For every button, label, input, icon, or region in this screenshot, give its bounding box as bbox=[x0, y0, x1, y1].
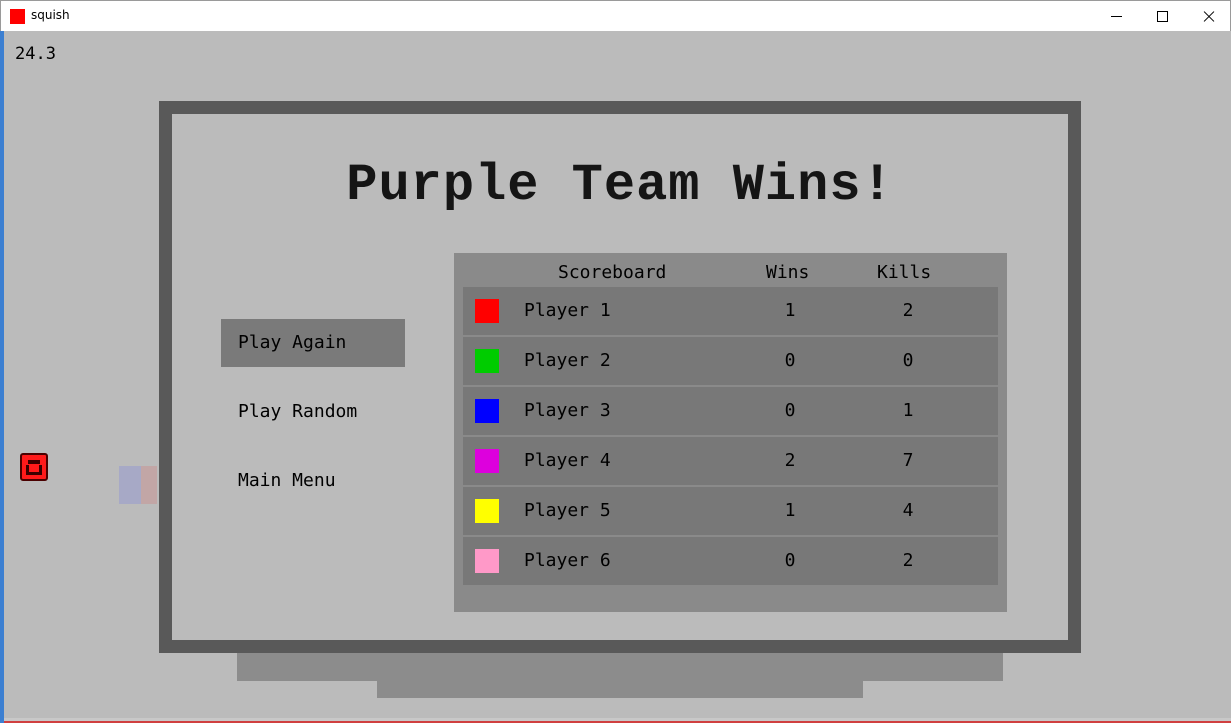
maximize-button[interactable] bbox=[1140, 1, 1186, 32]
player-name: Player 6 bbox=[524, 550, 611, 571]
close-button[interactable] bbox=[1186, 1, 1231, 32]
kills-column-header: Kills bbox=[877, 262, 932, 283]
player-character-sprite bbox=[20, 453, 48, 481]
player-kills: 2 bbox=[902, 300, 914, 321]
player-color-swatch bbox=[475, 399, 499, 423]
window-titlebar: squish bbox=[0, 0, 1231, 31]
scoreboard-panel: Scoreboard Wins Kills Player 1 1 2 Playe… bbox=[454, 253, 1007, 612]
winner-title: Purple Team Wins! bbox=[346, 156, 894, 215]
dialog-base-platform bbox=[237, 651, 1003, 681]
play-random-button[interactable]: Play Random bbox=[221, 388, 405, 436]
player-wins: 0 bbox=[784, 350, 796, 371]
play-again-button[interactable]: Play Again bbox=[221, 319, 405, 367]
scoreboard-rows: Player 1 1 2 Player 2 0 0 Player 3 0 1 P… bbox=[463, 287, 998, 587]
scoreboard-row: Player 6 0 2 bbox=[463, 537, 998, 585]
player-color-swatch bbox=[475, 499, 499, 523]
fps-counter: 24.3 bbox=[15, 44, 56, 64]
player-kills: 1 bbox=[902, 400, 914, 421]
player-color-swatch bbox=[475, 449, 499, 473]
player-kills: 0 bbox=[902, 350, 914, 371]
player-color-swatch bbox=[475, 299, 499, 323]
game-canvas: 24.3 Purple Team Wins! Play Again Play R… bbox=[0, 31, 1231, 723]
player-kills: 7 bbox=[902, 450, 914, 471]
scoreboard-row: Player 2 0 0 bbox=[463, 337, 998, 385]
scoreboard-row: Player 5 1 4 bbox=[463, 487, 998, 535]
background-block bbox=[119, 466, 141, 504]
maximize-icon bbox=[1157, 11, 1168, 22]
player-wins: 2 bbox=[784, 450, 796, 471]
player-kills: 4 bbox=[902, 500, 914, 521]
player-name: Player 5 bbox=[524, 500, 611, 521]
results-dialog: Purple Team Wins! Play Again Play Random… bbox=[159, 101, 1081, 653]
scoreboard-title: Scoreboard bbox=[558, 262, 667, 283]
scoreboard-row: Player 4 2 7 bbox=[463, 437, 998, 485]
scoreboard-row: Player 3 0 1 bbox=[463, 387, 998, 435]
scoreboard-row: Player 1 1 2 bbox=[463, 287, 998, 335]
player-name: Player 2 bbox=[524, 350, 611, 371]
player-wins: 0 bbox=[784, 550, 796, 571]
player-name: Player 1 bbox=[524, 300, 611, 321]
player-wins: 1 bbox=[784, 500, 796, 521]
window-title: squish bbox=[31, 8, 70, 22]
main-menu-button[interactable]: Main Menu bbox=[221, 457, 405, 505]
minimize-icon bbox=[1111, 16, 1122, 17]
wins-column-header: Wins bbox=[766, 262, 810, 283]
app-icon bbox=[10, 9, 25, 24]
player-wins: 0 bbox=[784, 400, 796, 421]
player-color-swatch bbox=[475, 349, 499, 373]
player-wins: 1 bbox=[784, 300, 796, 321]
player-color-swatch bbox=[475, 549, 499, 573]
bottom-edge bbox=[4, 718, 1231, 723]
background-block bbox=[141, 466, 157, 504]
minimize-button[interactable] bbox=[1094, 1, 1140, 32]
dialog-base-platform-lower bbox=[377, 679, 863, 698]
player-name: Player 3 bbox=[524, 400, 611, 421]
player-name: Player 4 bbox=[524, 450, 611, 471]
player-kills: 2 bbox=[902, 550, 914, 571]
